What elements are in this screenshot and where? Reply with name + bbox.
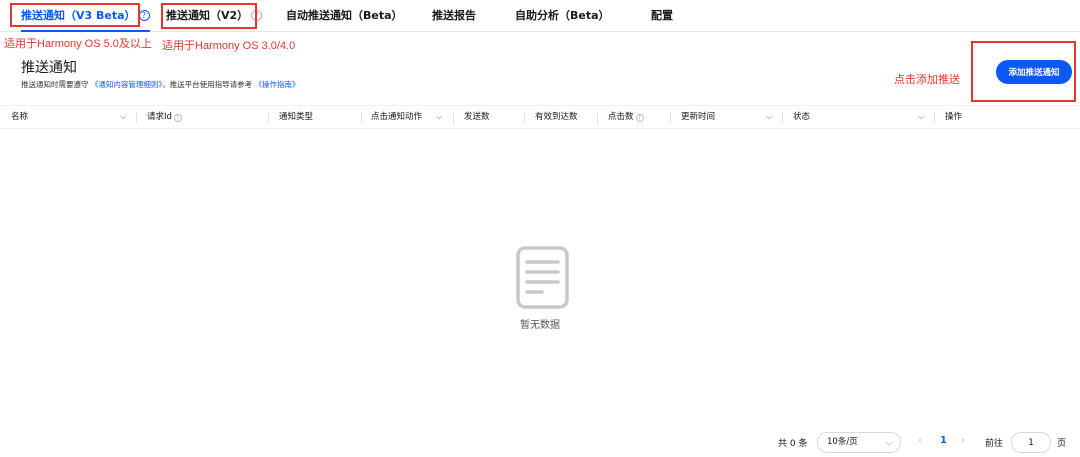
column-actions: 操作 <box>945 112 963 122</box>
page-size-select[interactable]: 10条/页 ⌵ <box>817 432 901 453</box>
column-request-id-label: 请求Id <box>147 112 172 122</box>
tab-push-report-label: 推送报告 <box>432 9 476 22</box>
subtitle-prefix: 推送通知时需要遵守 <box>21 80 89 89</box>
page-title: 推送通知 <box>21 60 77 76</box>
page-suffix: 页 <box>1057 439 1067 449</box>
column-divider <box>268 112 269 123</box>
chevron-down-icon[interactable]: ⌵ <box>436 106 442 128</box>
next-page-button[interactable]: › <box>961 435 965 446</box>
annotation-v3-note: 适用于Harmony OS 5.0及以上 <box>4 38 152 50</box>
content-rules-link[interactable]: 《通知内容管理细则》 <box>91 80 162 89</box>
chevron-down-icon[interactable]: ⌵ <box>766 106 772 128</box>
tab-self-analysis-label: 自助分析（Beta） <box>515 9 610 22</box>
document-icon <box>516 246 569 309</box>
column-delivered-count: 有效到达数 <box>535 112 578 122</box>
page-size-value: 10条/页 <box>827 437 858 447</box>
tab-config-label: 配置 <box>651 9 673 22</box>
prev-page-button[interactable]: ‹ <box>918 435 922 446</box>
table-header: 名称 ⌵ 请求Id i 通知类型 点击通知动作 ⌵ 发送数 有效到达数 点击数 i … <box>0 105 1080 129</box>
tab-push-report[interactable]: 推送报告 <box>432 0 476 32</box>
column-sent-count: 发送数 <box>464 112 490 122</box>
column-divider <box>597 112 598 123</box>
annotation-v2-note: 适用于Harmony OS 3.0/4.0 <box>162 40 296 52</box>
column-click-action: 点击通知动作 <box>371 112 423 122</box>
column-request-id: 请求Id i <box>147 106 182 128</box>
add-push-notification-button[interactable]: 添加推送通知 <box>996 60 1072 84</box>
column-divider <box>136 112 137 123</box>
tab-self-analysis[interactable]: 自助分析（Beta） <box>515 0 610 32</box>
goto-label: 前往 <box>985 439 1004 449</box>
column-click-count: 点击数 i <box>608 106 644 128</box>
tab-config[interactable]: 配置 <box>651 0 673 32</box>
guide-link[interactable]: 《操作指南》 <box>255 80 300 89</box>
column-divider <box>670 112 671 123</box>
column-divider <box>453 112 454 123</box>
help-icon[interactable]: ? <box>138 10 150 21</box>
page-number-current[interactable]: 1 <box>940 435 947 446</box>
column-name: 名称 <box>11 112 29 122</box>
pagination-total: 共 0 条 <box>778 439 808 449</box>
column-divider <box>934 112 935 123</box>
chevron-down-icon[interactable]: ⌵ <box>120 106 126 128</box>
column-divider <box>361 112 362 123</box>
column-notification-type: 通知类型 <box>279 112 314 122</box>
empty-state-text: 暂无数据 <box>520 320 560 331</box>
column-update-time: 更新时间 <box>681 112 716 122</box>
annotation-add-note: 点击添加推送 <box>894 74 960 86</box>
tab-auto-push[interactable]: 自动推送通知（Beta） <box>286 0 403 32</box>
column-divider <box>782 112 783 123</box>
column-status: 状态 <box>793 112 811 122</box>
subtitle-middle: ，推送平台使用指导请参考 <box>162 80 253 89</box>
column-divider <box>524 112 525 123</box>
info-icon[interactable]: i <box>173 114 182 122</box>
chevron-down-icon: ⌵ <box>885 438 892 447</box>
annotation-box-v2 <box>161 3 257 29</box>
info-icon[interactable]: i <box>635 114 644 122</box>
goto-page-input[interactable] <box>1011 432 1051 453</box>
column-click-count-label: 点击数 <box>608 112 634 122</box>
page-subtitle: 推送通知时需要遵守 《通知内容管理细则》，推送平台使用指导请参考 《操作指南》 <box>21 79 300 90</box>
chevron-down-icon[interactable]: ⌵ <box>918 106 924 128</box>
annotation-box-v3 <box>10 3 140 27</box>
tab-auto-push-label: 自动推送通知（Beta） <box>286 9 403 22</box>
